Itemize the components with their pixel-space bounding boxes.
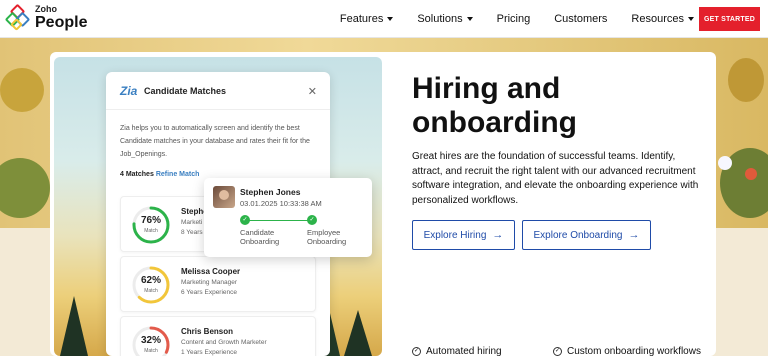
arrow-right-icon: → — [628, 229, 640, 241]
avatar — [213, 186, 235, 208]
button-label: Explore Onboarding — [533, 229, 623, 241]
hero-description: Great hires are the foundation of succes… — [412, 151, 699, 206]
match-label: Match — [144, 288, 158, 294]
panel-title: Candidate Matches — [144, 85, 227, 96]
panel-header: Zia Candidate Matches — [106, 72, 330, 110]
nav-item-label: Pricing — [496, 13, 531, 25]
nav-item-label: Resources — [631, 13, 684, 25]
nav-item-label: Solutions — [417, 13, 463, 25]
zia-icon: Zia — [120, 83, 138, 98]
check-circle-icon: ✓ — [307, 215, 317, 225]
candidate-role: Content and Growth Marketer — [181, 339, 267, 346]
match-label: Match — [144, 228, 158, 234]
onboarding-status-popover: Stephen Jones 03.01.2025 10:33:38 AM ✓ ✓… — [204, 178, 372, 257]
caret-down-icon — [466, 17, 473, 21]
candidate-name: Chris Benson — [181, 327, 234, 336]
check-circle-icon: ✓ — [240, 215, 250, 225]
top-navbar: Zoho People Features Solutions Pricing C… — [0, 0, 768, 38]
match-count-row: 4 Matches Refine Match — [106, 161, 330, 178]
arrow-right-icon: → — [492, 229, 504, 241]
feature-custom-onboarding: ✓ Custom onboarding workflows — [553, 346, 701, 356]
nav-item-solutions[interactable]: Solutions — [417, 13, 473, 25]
nav-item-pricing[interactable]: Pricing — [497, 13, 531, 25]
candidate-experience: 6 Years Experience — [181, 289, 238, 296]
candidate-role: Marketing Manager — [181, 279, 237, 286]
match-score-ring: 62% Match — [131, 265, 171, 305]
feature-automated-hiring: ✓ Automated hiring — [412, 346, 502, 356]
nav-item-label: Customers — [554, 13, 608, 25]
check-icon: ✓ — [553, 347, 562, 356]
progress-connector — [244, 220, 314, 221]
nav-item-resources[interactable]: Resources — [631, 13, 694, 25]
feature-label: Custom onboarding workflows — [567, 346, 701, 356]
check-icon: ✓ — [412, 347, 421, 356]
nav-item-customers[interactable]: Customers — [554, 13, 607, 25]
panel-description: Zia helps you to automatically screen an… — [120, 125, 310, 158]
caret-down-icon — [688, 17, 694, 21]
button-label: Explore Hiring — [423, 229, 487, 241]
logo-product-text: People — [35, 14, 88, 31]
match-percent: 76% — [140, 215, 161, 226]
candidate-experience: 1 Years Experience — [181, 349, 238, 356]
nav-item-features[interactable]: Features — [339, 13, 394, 25]
step-employee-onboarding: Employee Onboarding — [307, 228, 347, 246]
match-score-ring: 76% Match — [131, 205, 171, 245]
explore-hiring-button[interactable]: Explore Hiring → — [412, 220, 515, 250]
logo-brand-text: Zoho — [35, 4, 57, 14]
step-candidate-onboarding: Candidate Onboarding — [240, 228, 280, 246]
candidate-card[interactable]: 32% Match Chris Benson Content and Growt… — [120, 316, 316, 356]
match-label: Match — [144, 348, 158, 354]
caret-down-icon — [387, 17, 394, 21]
popover-candidate-name: Stephen Jones — [240, 187, 301, 197]
candidate-card[interactable]: 62% Match Melissa Cooper Marketing Manag… — [120, 256, 316, 312]
zoho-people-logo[interactable]: Zoho People — [4, 3, 88, 31]
match-percent: 32% — [140, 335, 161, 346]
nav-links: Features Solutions Pricing Customers Res… — [316, 0, 694, 38]
zoho-logo-icon — [4, 3, 31, 31]
nav-item-label: Features — [339, 13, 384, 25]
close-icon[interactable]: ✕ — [308, 85, 317, 98]
feature-label: Automated hiring — [426, 346, 502, 356]
popover-timestamp: 03.01.2025 10:33:38 AM — [240, 199, 322, 208]
refine-match-link[interactable]: Refine Match — [156, 171, 200, 178]
page-title: Hiring and onboarding — [412, 72, 577, 139]
get-started-button[interactable]: GET STARTED — [699, 7, 760, 31]
match-count: 4 Matches — [120, 171, 154, 178]
match-score-ring: 32% Match — [131, 325, 171, 356]
match-percent: 62% — [140, 275, 161, 286]
candidate-name: Melissa Cooper — [181, 267, 241, 276]
explore-onboarding-button[interactable]: Explore Onboarding → — [522, 220, 651, 250]
